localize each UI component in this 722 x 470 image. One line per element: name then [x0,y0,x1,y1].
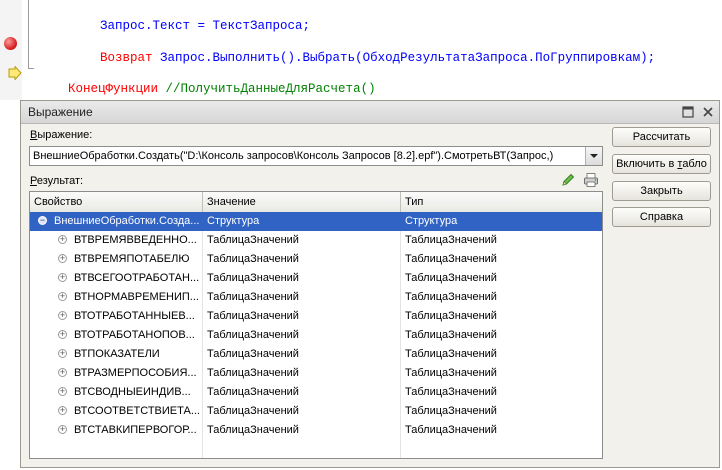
expand-icon[interactable]: + [58,368,67,377]
table-row[interactable]: + ВТВРЕМЯПОТАБЕЛЮ ТаблицаЗначений ТаблицаЗн… [30,250,602,269]
code-comment: //ПолучитьДанныеДляРасчета() [158,82,376,96]
expand-icon[interactable]: + [58,425,67,434]
cell-type: ТаблицаЗначений [405,405,497,417]
expand-icon[interactable]: + [58,273,67,282]
cell-type: ТаблицаЗначений [405,310,497,322]
close-button[interactable]: Закрыть [612,181,711,201]
expand-icon[interactable]: + [58,406,67,415]
help-button[interactable]: Справка [612,207,711,227]
table-row[interactable]: + ВТСТАВКИПЕРВОГОР... ТаблицаЗначений Табли… [30,421,602,440]
column-header-value[interactable]: Значение [203,192,401,212]
cell-property: ВТВРЕМЯВВЕДЕННО... [74,234,197,246]
cell-property: ВТВРЕМЯПОТАБЕЛЮ [74,253,190,265]
execution-arrow-icon [8,66,22,80]
code-editor[interactable]: Запрос.Текст = ТекстЗапроса; Возврат Зап… [0,0,722,100]
expand-icon[interactable]: + [58,254,67,263]
cell-value: ТаблицаЗначений [207,234,299,246]
cell-value: ТаблицаЗначений [207,272,299,284]
expand-icon[interactable]: + [58,292,67,301]
column-header-type[interactable]: Тип [401,192,602,212]
code-keyword: Возврат [100,51,153,65]
expression-value: ВнешниеОбработки.Создать("D:\Консоль зап… [33,150,554,162]
cell-value: ТаблицаЗначений [207,405,299,417]
code-text: Запрос.Текст = ТекстЗапроса; [100,19,311,33]
cell-value: ТаблицаЗначений [207,367,299,379]
include-in-table-button[interactable]: Включить в табло [612,154,711,174]
table-row[interactable]: + ВТОТРАБОТАННЫЕВ... ТаблицаЗначений Таблиц… [30,307,602,326]
expand-icon[interactable]: + [58,387,67,396]
cell-property: ВТСООТВЕТСТВИЕТА... [74,405,200,417]
expand-icon[interactable]: + [58,311,67,320]
cell-property: ВТСВОДНЫЕИНДИВ... [74,386,191,398]
expression-label: Выражение: [30,129,93,141]
expand-icon[interactable]: + [58,349,67,358]
expression-input[interactable]: ВнешниеОбработки.Создать("D:\Консоль зап… [29,146,603,166]
cell-type: ТаблицаЗначений [405,234,497,246]
cell-property: ВТНОРМАВРЕМЕНИП... [74,291,199,303]
dialog-title: Выражение [28,105,93,119]
maximize-icon[interactable] [680,104,696,120]
cell-property: ВнешниеОбработки.Созда... [54,215,200,227]
cell-value: ТаблицаЗначений [207,424,299,436]
cell-type: Структура [405,215,458,227]
cell-type: ТаблицаЗначений [405,367,497,379]
pencil-icon[interactable] [560,172,576,188]
calculate-button[interactable]: Рассчитать [612,127,711,147]
table-row-selected[interactable]: − ВнешниеОбработки.Созда... Структура Струк… [30,212,602,231]
table-row[interactable]: + ВТПОКАЗАТЕЛИ ТаблицаЗначений ТаблицаЗначе… [30,345,602,364]
column-header-property[interactable]: Свойство [30,192,203,212]
expand-icon[interactable]: + [58,235,67,244]
cell-type: ТаблицаЗначений [405,272,497,284]
cell-value: ТаблицаЗначений [207,253,299,265]
cell-property: ВТОТРАБОТАННЫЕВ... [74,310,195,322]
result-label: Результат: [30,175,84,187]
table-header: Свойство Значение Тип [30,192,602,213]
cell-property: ВТРАЗМЕРПОСОБИЯ... [74,367,197,379]
table-row[interactable]: + ВТСООТВЕТСТВИЕТА... ТаблицаЗначений Табли… [30,402,602,421]
fold-guide-line [28,0,29,68]
editor-gutter[interactable] [0,0,22,100]
cell-property: ВТОТРАБОТАНОПОВ... [74,329,195,341]
cell-property: ВТВСЕГООТРАБОТАН... [74,272,200,284]
cell-value: ТаблицаЗначений [207,386,299,398]
table-row[interactable]: + ВТРАЗМЕРПОСОБИЯ... ТаблицаЗначений Таблиц… [30,364,602,383]
cell-value: Структура [207,215,260,227]
cell-value: ТаблицаЗначений [207,310,299,322]
breakpoint-icon[interactable] [4,37,17,50]
dialog-titlebar[interactable]: Выражение [21,101,719,124]
cell-value: ТаблицаЗначений [207,329,299,341]
result-tree-table[interactable]: Свойство Значение Тип − ВнешниеОбработки.… [29,191,603,459]
cell-type: ТаблицаЗначений [405,329,497,341]
table-row[interactable]: + ВТВРЕМЯВВЕДЕННО... ТаблицаЗначений Таблиц… [30,231,602,250]
cell-type: ТаблицаЗначений [405,253,497,265]
expression-dialog: Выражение Выражение: ВнешниеОбработки.Со… [20,100,720,468]
table-row[interactable]: + ВТОТРАБОТАНОПОВ... ТаблицаЗначений Таблиц… [30,326,602,345]
table-row[interactable]: + ВТНОРМАВРЕМЕНИП... ТаблицаЗначений Таблиц… [30,288,602,307]
cell-type: ТаблицаЗначений [405,348,497,360]
code-keyword: КонецФункции [68,82,159,96]
fold-guide-tick [28,68,34,69]
cell-type: ТаблицаЗначений [405,291,497,303]
cell-property: ВТПОКАЗАТЕЛИ [74,348,160,360]
expression-dropdown-button[interactable] [585,147,602,165]
cell-type: ТаблицаЗначений [405,424,497,436]
close-icon[interactable] [700,104,716,120]
code-text: Запрос.Выполнить().Выбрать(ОбходРезульта… [152,51,656,65]
cell-value: ТаблицаЗначений [207,348,299,360]
expand-icon[interactable]: + [58,330,67,339]
dropdown-arrow-icon [590,154,598,158]
table-row[interactable]: + ВТСВОДНЫЕИНДИВ... ТаблицаЗначений Таблица… [30,383,602,402]
collapse-icon[interactable]: − [38,216,47,225]
cell-type: ТаблицаЗначений [405,386,497,398]
print-icon[interactable] [583,172,599,188]
cell-value: ТаблицаЗначений [207,291,299,303]
cell-property: ВТСТАВКИПЕРВОГОР... [74,424,197,436]
table-row[interactable]: + ВТВСЕГООТРАБОТАН... ТаблицаЗначений Табли… [30,269,602,288]
